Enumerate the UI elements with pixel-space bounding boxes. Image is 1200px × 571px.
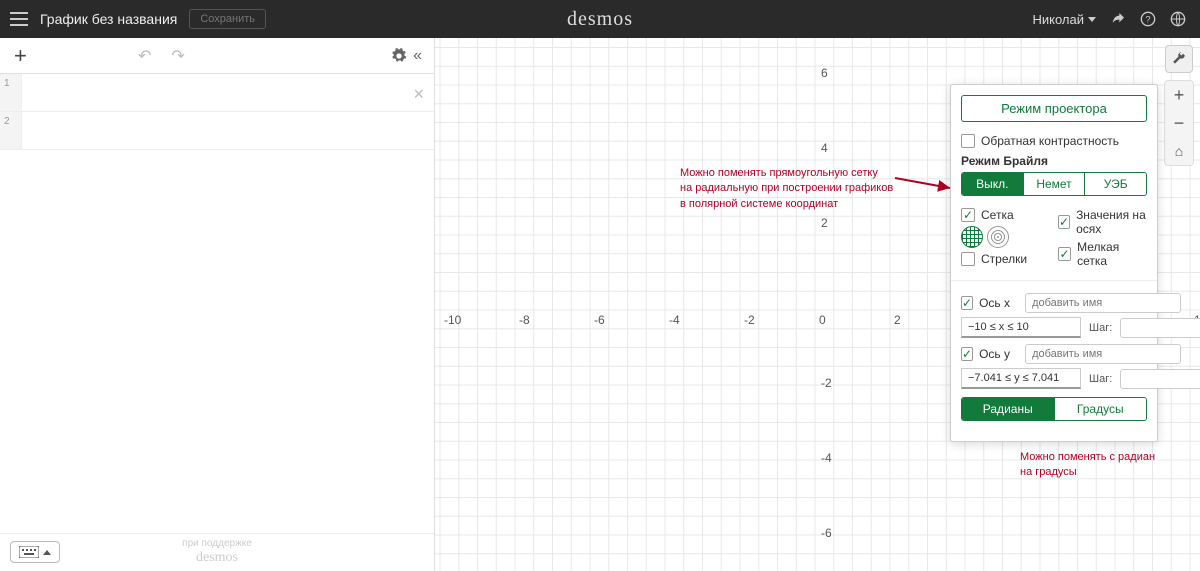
svg-text:-6: -6 [594, 313, 605, 327]
x-step-label: Шаг: [1089, 322, 1112, 334]
rectangular-grid-button[interactable] [961, 226, 983, 248]
y-axis-checkbox[interactable] [961, 347, 973, 361]
svg-text:-4: -4 [821, 451, 832, 465]
braille-off-button[interactable]: Выкл. [962, 173, 1023, 195]
keyboard-button[interactable] [10, 541, 60, 563]
svg-text:?: ? [1145, 14, 1150, 24]
y-range-display[interactable]: −7.041 ≤ y ≤ 7.041 [961, 368, 1081, 389]
y-axis-label: Ось y [979, 347, 1019, 361]
y-step-label: Шаг: [1089, 373, 1112, 385]
braille-ueb-button[interactable]: УЭБ [1084, 173, 1146, 195]
language-icon[interactable] [1170, 11, 1186, 27]
chevron-down-icon [1088, 17, 1096, 22]
polar-grid-button[interactable] [987, 226, 1009, 248]
graph-area[interactable]: -10-8-6-4-20210642-2-4-6 Можно поменять … [435, 38, 1200, 571]
expression-list: 1 × 2 [0, 74, 434, 533]
expression-index: 1 [0, 74, 22, 111]
x-axis-name-input[interactable] [1025, 293, 1181, 313]
projector-mode-button[interactable]: Режим проектора [961, 95, 1147, 122]
save-button[interactable]: Сохранить [189, 9, 266, 29]
settings-button[interactable] [1165, 45, 1193, 73]
degrees-button[interactable]: Градусы [1054, 398, 1147, 420]
graph-title[interactable]: График без названия [40, 11, 177, 27]
zoom-controls: + − ⌂ [1164, 80, 1194, 166]
svg-text:-10: -10 [444, 313, 462, 327]
svg-text:-8: -8 [519, 313, 530, 327]
grid-checkbox[interactable] [961, 208, 975, 222]
gear-icon[interactable] [391, 48, 407, 64]
braille-segmented: Выкл. Немет УЭБ [961, 172, 1147, 196]
zoom-home-button[interactable]: ⌂ [1165, 137, 1193, 165]
svg-text:2: 2 [821, 216, 828, 230]
axis-numbers-label: Значения на осях [1076, 208, 1147, 236]
svg-text:6: 6 [821, 66, 828, 80]
y-step-input[interactable] [1120, 369, 1200, 389]
arrows-label: Стрелки [981, 252, 1027, 266]
redo-button[interactable]: ↷ [171, 46, 184, 66]
graph-settings-popup: Режим проектора Обратная контрастность Р… [950, 84, 1158, 442]
expression-row[interactable]: 1 × [0, 74, 434, 112]
svg-text:-6: -6 [821, 526, 832, 540]
y-axis-name-input[interactable] [1025, 344, 1181, 364]
zoom-in-button[interactable]: + [1165, 81, 1193, 109]
expression-index: 2 [0, 112, 22, 149]
arrows-checkbox[interactable] [961, 252, 975, 266]
x-axis-label: Ось x [979, 296, 1019, 310]
zoom-out-button[interactable]: − [1165, 109, 1193, 137]
grid-label: Сетка [981, 208, 1014, 222]
add-expression-button[interactable]: + [6, 43, 35, 69]
radians-button[interactable]: Радианы [962, 398, 1054, 420]
expression-panel: + ↶ ↷ « 1 × 2 при поддержке [0, 38, 435, 571]
keyboard-icon [19, 546, 39, 558]
chevron-up-icon [43, 550, 51, 555]
x-axis-checkbox[interactable] [961, 296, 973, 310]
expression-row[interactable]: 2 [0, 112, 434, 150]
svg-text:4: 4 [821, 141, 828, 155]
expression-toolbar: + ↶ ↷ « [0, 38, 434, 74]
undo-button[interactable]: ↶ [138, 46, 151, 66]
svg-text:2: 2 [894, 313, 901, 327]
x-range-display[interactable]: −10 ≤ x ≤ 10 [961, 317, 1081, 338]
minor-grid-label: Мелкая сетка [1077, 240, 1147, 268]
powered-by: при поддержке desmos [182, 538, 252, 567]
braille-title: Режим Брайля [961, 154, 1147, 168]
svg-text:-2: -2 [821, 376, 832, 390]
minor-grid-checkbox[interactable] [1058, 247, 1071, 261]
close-icon[interactable]: × [413, 84, 424, 105]
svg-text:-2: -2 [744, 313, 755, 327]
collapse-panel-button[interactable]: « [407, 47, 428, 65]
braille-nemeth-button[interactable]: Немет [1023, 173, 1085, 195]
share-icon[interactable] [1110, 11, 1126, 27]
menu-icon[interactable] [10, 12, 28, 26]
reverse-contrast-label: Обратная контрастность [981, 134, 1119, 148]
svg-text:0: 0 [819, 313, 826, 327]
wrench-icon [1172, 52, 1186, 66]
angle-unit-segmented: Радианы Градусы [961, 397, 1147, 421]
user-name: Николай [1032, 12, 1084, 27]
help-icon[interactable]: ? [1140, 11, 1156, 27]
user-menu[interactable]: Николай [1032, 12, 1096, 27]
brand-logo: desmos [567, 8, 633, 31]
svg-text:-4: -4 [669, 313, 680, 327]
x-step-input[interactable] [1120, 318, 1200, 338]
axis-numbers-checkbox[interactable] [1058, 215, 1070, 229]
app-header: График без названия Сохранить desmos Ник… [0, 0, 1200, 38]
reverse-contrast-checkbox[interactable] [961, 134, 975, 148]
